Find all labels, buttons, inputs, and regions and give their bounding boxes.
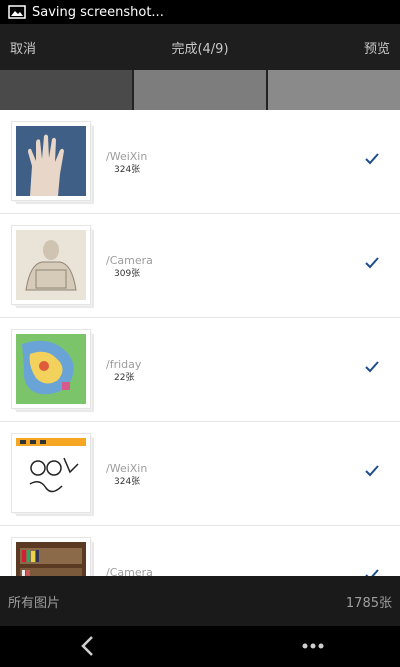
all-photos-button[interactable]: 所有图片 <box>0 592 68 611</box>
album-row-camera[interactable]: /Camera 309张 <box>0 214 400 318</box>
image-icon <box>8 5 26 19</box>
album-thumbnail <box>12 330 90 408</box>
status-text: Saving screenshot... <box>32 4 164 20</box>
album-name: /Camera <box>106 566 153 576</box>
album-row-friday[interactable]: /friday 22张 <box>0 318 400 422</box>
sketch-photo <box>16 230 86 300</box>
album-count: 324张 <box>114 165 141 175</box>
status-bar: Saving screenshot... <box>0 0 400 24</box>
checkmark-icon[interactable] <box>364 359 380 375</box>
album-thumbnail <box>12 538 90 576</box>
album-count: 22张 <box>114 373 135 383</box>
navigation-bar <box>0 626 400 667</box>
checkmark-icon[interactable] <box>364 255 380 271</box>
album-row-camera-2[interactable]: /Camera 1 <box>0 526 400 576</box>
total-count: 1785张 <box>345 595 392 611</box>
cancel-button[interactable]: 取消 <box>0 38 46 57</box>
album-count: 324张 <box>114 477 141 487</box>
background-photo-grid <box>0 70 400 110</box>
album-thumbnail <box>12 434 90 512</box>
bottom-bar: 所有图片 1785张 <box>0 576 400 626</box>
bookshelf-photo <box>16 542 86 576</box>
checkmark-icon[interactable] <box>364 463 380 479</box>
more-icon[interactable] <box>300 638 326 654</box>
preview-button[interactable]: 预览 <box>354 38 400 57</box>
album-thumbnail <box>12 226 90 304</box>
checkmark-icon[interactable] <box>364 151 380 167</box>
album-row-weixin-2[interactable]: /WeiXin 324张 <box>0 422 400 526</box>
album-thumbnail <box>12 122 90 200</box>
album-count: 309张 <box>114 269 141 279</box>
album-row-weixin[interactable]: /WeiXin 324张 <box>0 110 400 214</box>
hand-photo <box>16 126 86 196</box>
top-bar: 取消 完成(4/9) 预览 <box>0 24 400 70</box>
album-list: /WeiXin 324张 /Camera 309张 /friday 22张 /W… <box>0 110 400 576</box>
page-title: 完成(4/9) <box>171 41 229 57</box>
back-icon[interactable] <box>78 634 98 658</box>
checkmark-icon[interactable] <box>364 567 380 576</box>
map-illustration <box>16 334 86 404</box>
doodle-screenshot <box>16 438 86 508</box>
